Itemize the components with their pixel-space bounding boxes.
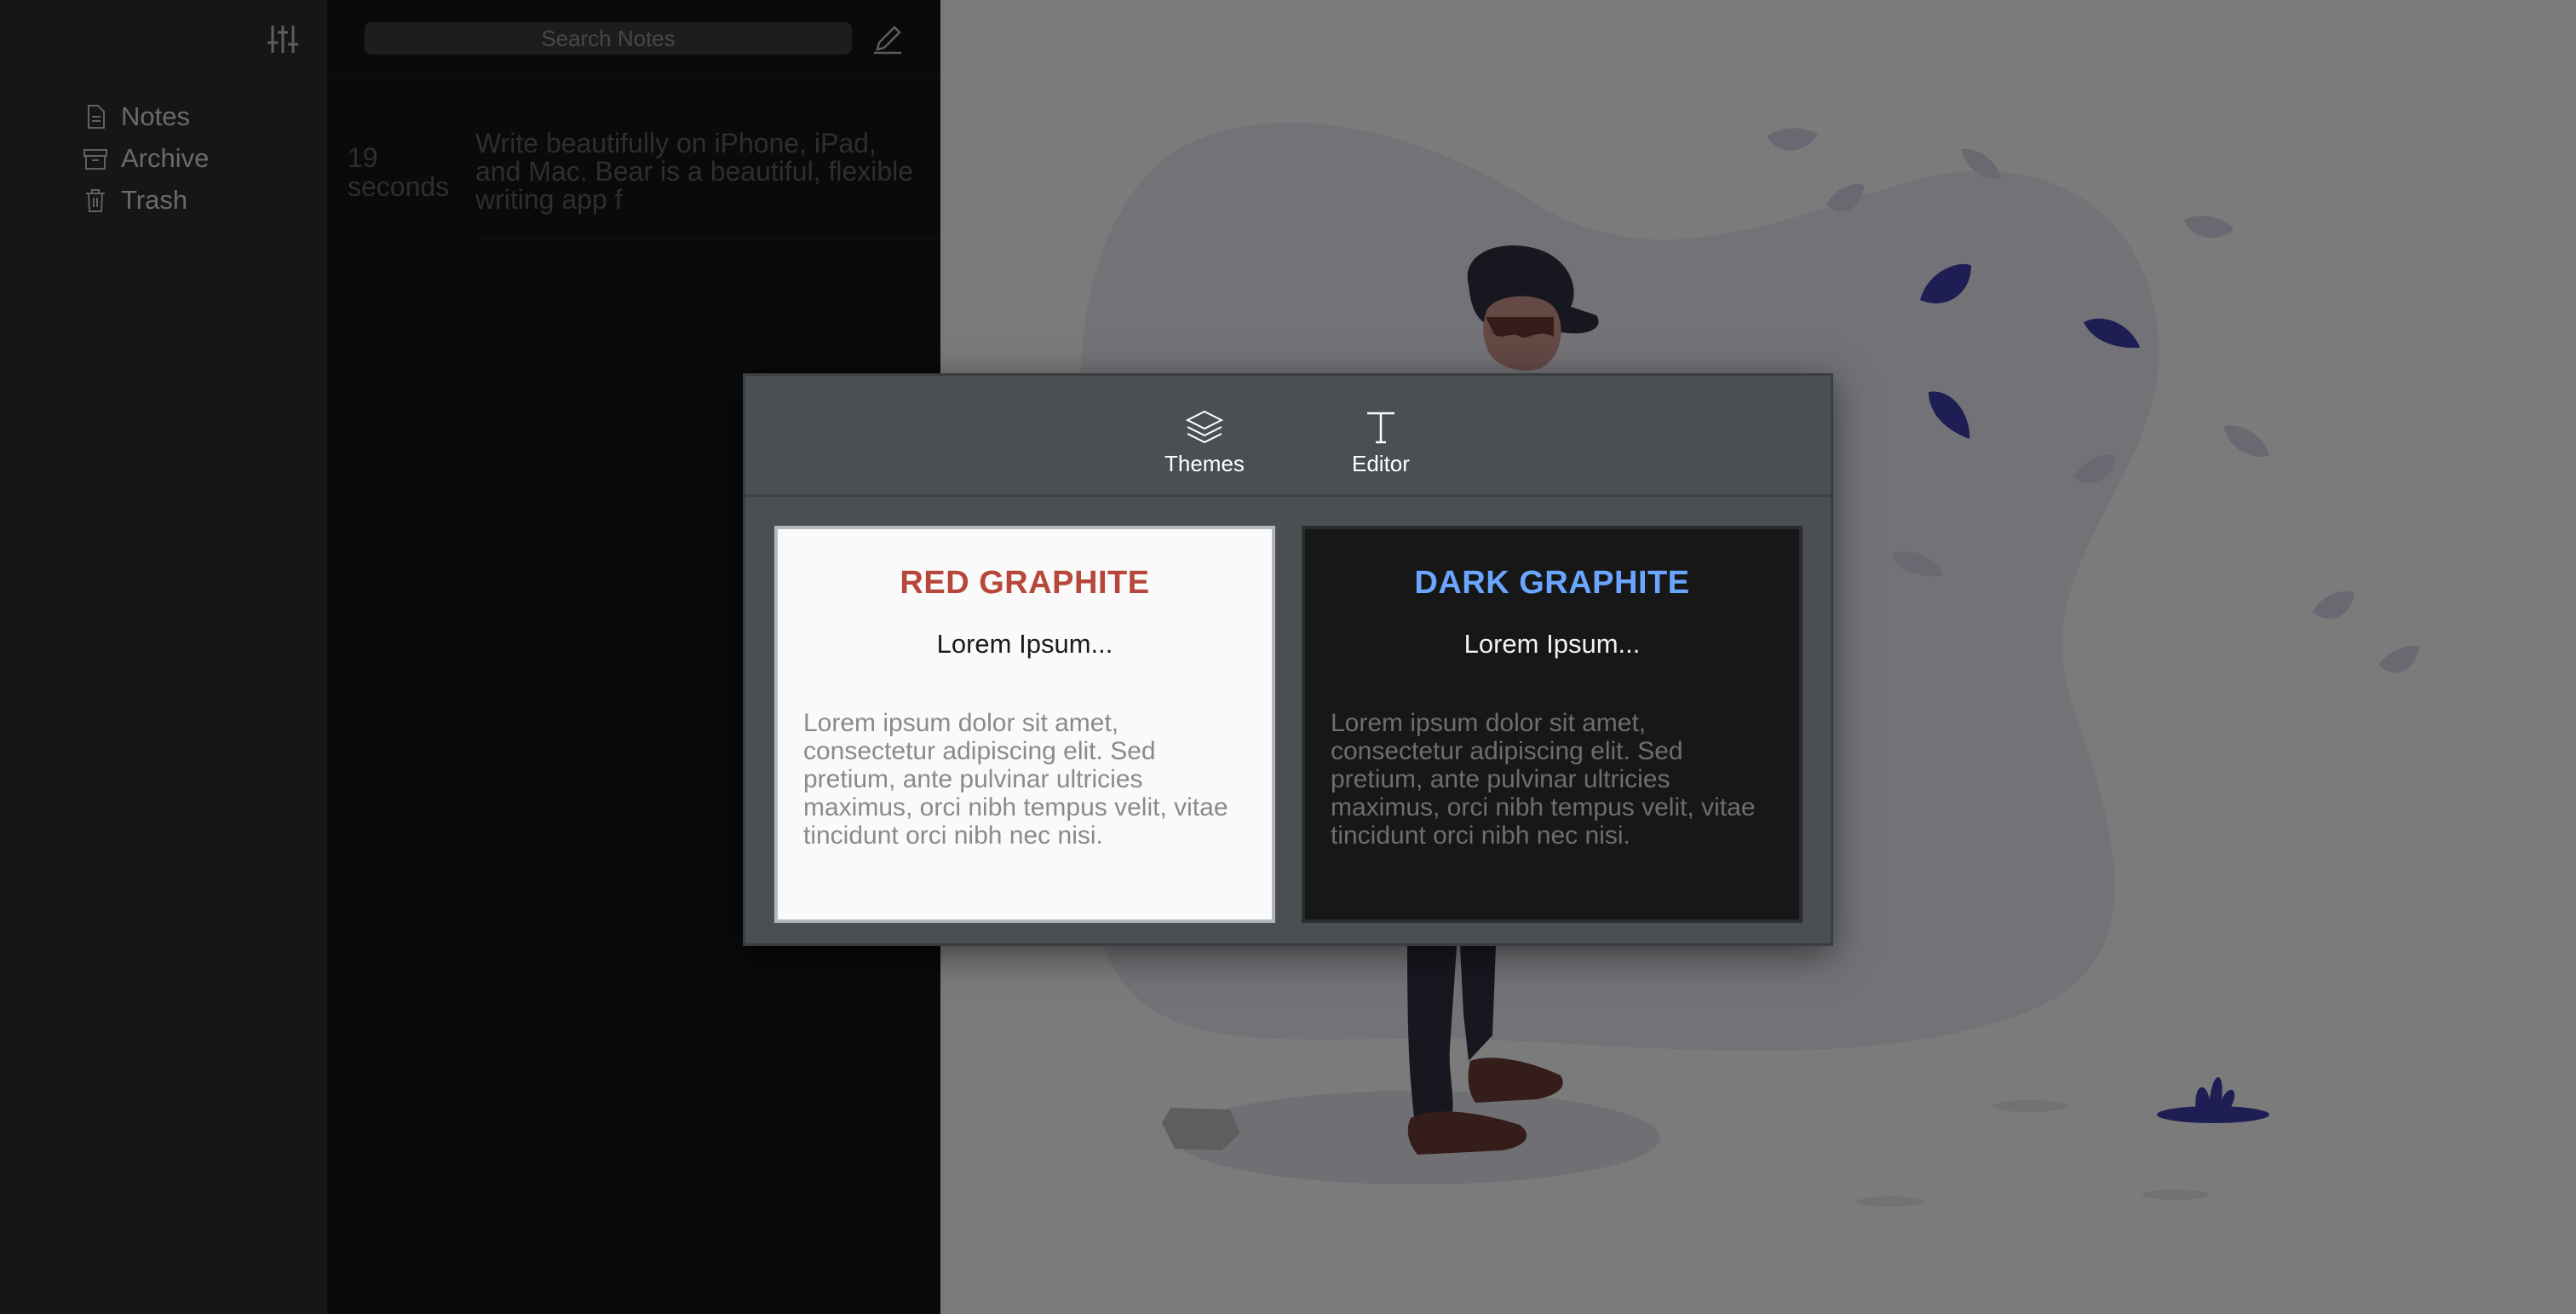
preferences-toolbar: Themes Editor — [745, 376, 1831, 497]
tab-label: Editor — [1352, 451, 1410, 476]
theme-sample-text: Lorem ipsum dolor sit amet, consectetur … — [803, 709, 1228, 850]
theme-sample-text: Lorem ipsum dolor sit amet, consectetur … — [1331, 709, 1756, 850]
preferences-modal: Themes Editor RED GRAPHITE Lorem Ipsum..… — [743, 373, 1833, 946]
theme-subtitle: Lorem Ipsum... — [1463, 629, 1641, 659]
theme-card-dark-graphite[interactable]: DARK GRAPHITE Lorem Ipsum... Lorem ipsum… — [1302, 526, 1803, 923]
tab-label: Themes — [1164, 451, 1245, 476]
layers-icon — [1184, 406, 1225, 447]
tab-themes[interactable]: Themes — [1164, 406, 1245, 477]
text-icon — [1360, 406, 1401, 447]
theme-subtitle: Lorem Ipsum... — [936, 629, 1113, 659]
theme-title: RED GRAPHITE — [900, 565, 1150, 601]
tab-editor[interactable]: Editor — [1352, 406, 1410, 477]
theme-card-red-graphite[interactable]: RED GRAPHITE Lorem Ipsum... Lorem ipsum … — [774, 526, 1275, 923]
theme-title: DARK GRAPHITE — [1414, 565, 1690, 601]
